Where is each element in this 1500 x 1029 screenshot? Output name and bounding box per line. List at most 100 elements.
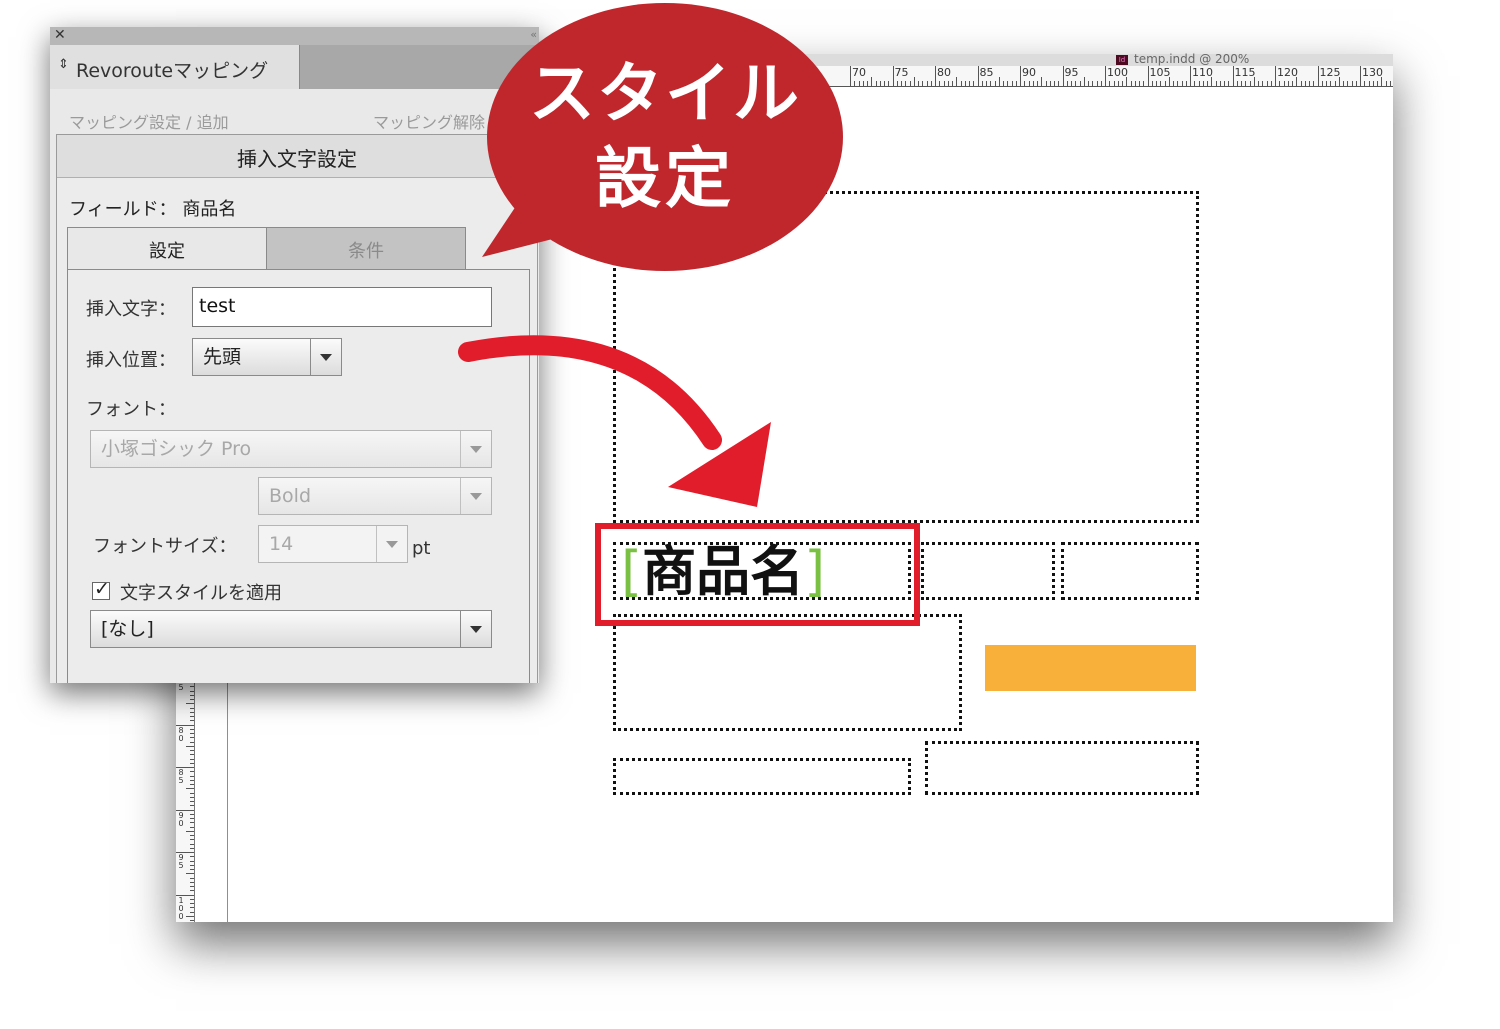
- ruler-tick: [190, 826, 194, 828]
- image-frame[interactable]: [613, 191, 1199, 523]
- ruler-tick: [896, 81, 898, 86]
- ruler-label: 80: [178, 725, 184, 743]
- ruler-tick: [1071, 81, 1072, 86]
- ruler-tick: [1326, 81, 1327, 86]
- tab-label: Revorouteマッピング: [76, 60, 269, 82]
- ruler-tick: [1266, 81, 1268, 86]
- text-frame-3[interactable]: [1061, 542, 1199, 600]
- ruler-tick: [977, 66, 979, 86]
- ruler-tick: [939, 81, 941, 86]
- ruler-label: 85: [178, 768, 184, 785]
- ruler-tick: [922, 81, 924, 86]
- ruler-tick: [190, 835, 194, 836]
- tab-settings-label: 設定: [149, 241, 185, 262]
- menu-mapping-settings[interactable]: マッピング設定 / 追加: [69, 109, 229, 133]
- ruler-tick: [1147, 66, 1149, 86]
- ruler-tick: [1007, 81, 1009, 86]
- ruler-label: 115: [1234, 66, 1256, 79]
- ruler-tick: [901, 81, 902, 86]
- ruler-tick: [1105, 66, 1106, 86]
- ruler-tick: [176, 767, 194, 768]
- ruler-tick: [1360, 66, 1361, 86]
- ruler-tick: [186, 745, 194, 747]
- ruler-tick: [1049, 81, 1051, 86]
- ruler-tick: [1190, 66, 1191, 86]
- ruler-label: 80: [937, 66, 951, 79]
- tab-conditions[interactable]: 条件: [266, 227, 466, 270]
- ruler-tick: [186, 873, 194, 875]
- ruler-tick: [186, 788, 194, 790]
- ruler-tick: [960, 81, 962, 86]
- description-frame[interactable]: [613, 614, 962, 731]
- font-style-select[interactable]: Bold: [258, 477, 492, 515]
- ruler-tick: [1224, 81, 1225, 86]
- ruler-label: 5: [178, 683, 184, 692]
- font-style-value: Bold: [269, 485, 311, 507]
- revoroute-mapping-panel: ✕ ‹‹ ⇕ Revorouteマッピング マッピング設定 / 追加 マッピング…: [50, 27, 539, 683]
- field-label: フィールド： 商品名: [69, 199, 237, 220]
- ruler-tick: [1258, 81, 1259, 86]
- ruler-tick: [1270, 81, 1272, 86]
- menu-mapping-release[interactable]: マッピング解除: [373, 109, 485, 133]
- ruler-tick: [947, 81, 949, 86]
- ruler-label: 90: [178, 810, 184, 828]
- ruler-tick: [186, 915, 194, 917]
- ruler-tick: [190, 750, 194, 751]
- font-size-unit: pt: [412, 538, 431, 559]
- ruler-tick: [1304, 81, 1306, 86]
- ruler-tick: [973, 81, 975, 86]
- ruler-tick: [1296, 77, 1298, 86]
- ruler-tick: [1083, 77, 1085, 86]
- ruler-label: 125: [1319, 66, 1341, 79]
- text-frame-2[interactable]: [921, 542, 1055, 600]
- ruler-tick: [1287, 81, 1289, 86]
- ruler-tick: [1347, 81, 1349, 86]
- ruler-tick: [981, 81, 983, 86]
- ruler-tick: [1283, 81, 1285, 86]
- close-icon[interactable]: ✕: [54, 27, 66, 44]
- ruler-tick: [190, 690, 194, 692]
- ruler-tick: [1015, 81, 1017, 86]
- ruler-tick: [1011, 81, 1013, 86]
- ruler-tick: [1236, 81, 1238, 86]
- collapse-icon[interactable]: ‹‹: [530, 27, 537, 44]
- ruler-tick: [1134, 81, 1136, 86]
- panel-menu: マッピング設定 / 追加 マッピング解除: [50, 89, 539, 133]
- ruler-tick: [190, 818, 194, 819]
- ruler-tick: [1003, 81, 1004, 86]
- ruler-tick: [888, 81, 890, 86]
- font-size-label: フォントサイズ：: [93, 536, 237, 557]
- ruler-tick: [190, 898, 194, 900]
- dropdown-arrow-icon: [460, 478, 491, 514]
- apply-style-checkbox[interactable]: ✓: [92, 578, 110, 600]
- ruler-tick: [1198, 81, 1200, 86]
- ruler-tick: [1181, 81, 1183, 86]
- ruler-tick: [935, 66, 936, 86]
- insert-text-input[interactable]: test: [192, 287, 492, 327]
- ruler-tick: [1275, 66, 1276, 86]
- font-family-select[interactable]: 小塚ゴシック Pro: [90, 430, 492, 468]
- font-size-combo[interactable]: 14: [258, 525, 408, 563]
- tab-settings[interactable]: 設定: [67, 227, 267, 270]
- text-frame-6[interactable]: [925, 741, 1199, 795]
- ruler-tick: [190, 775, 194, 777]
- ruler-tick: [1122, 81, 1123, 86]
- ruler-tick: [1126, 77, 1128, 86]
- orange-block: [985, 645, 1196, 691]
- ruler-tick: [190, 881, 194, 883]
- text-frame-5[interactable]: [613, 758, 911, 795]
- ruler-tick: [1058, 81, 1060, 86]
- ruler-tick: [1309, 81, 1310, 86]
- ruler-tick: [1300, 81, 1302, 86]
- ruler-tick: [1177, 81, 1179, 86]
- ruler-label: 70: [852, 66, 866, 79]
- ruler-tick: [850, 66, 851, 86]
- char-style-select[interactable]: [なし]: [90, 610, 492, 648]
- insert-position-select[interactable]: 先頭: [192, 338, 342, 376]
- ruler-tick: [1241, 81, 1242, 86]
- tab-revoroute-mapping[interactable]: ⇕ Revorouteマッピング: [50, 45, 300, 89]
- ruler-tick: [1385, 81, 1387, 86]
- ruler-tick: [190, 796, 194, 798]
- ruler-label: 95: [178, 853, 184, 870]
- dropdown-arrow-icon: [460, 431, 491, 467]
